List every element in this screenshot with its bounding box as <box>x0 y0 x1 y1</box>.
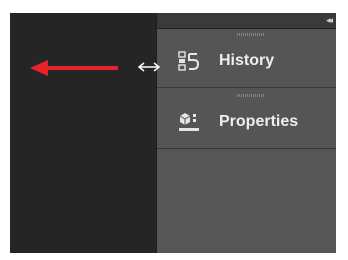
workspace-area <box>10 13 156 253</box>
panel-label-properties: Properties <box>219 113 299 130</box>
drag-grip-icon[interactable] <box>237 94 265 97</box>
history-icon <box>178 51 200 71</box>
collapse-panels-icon[interactable]: ◂◂ <box>326 15 333 25</box>
horizontal-resize-cursor-icon <box>137 62 161 72</box>
drag-grip-icon[interactable] <box>237 33 265 36</box>
properties-icon <box>179 113 199 131</box>
panel-item-history[interactable]: History <box>157 29 336 88</box>
panel-item-properties[interactable]: Properties <box>157 90 336 149</box>
panel-label-history: History <box>219 52 275 69</box>
panel-dock[interactable]: ◂◂ History Properties <box>156 13 336 253</box>
red-arrow-left-icon <box>30 60 118 76</box>
dock-empty-area <box>157 152 336 253</box>
dock-header-bar: ◂◂ <box>157 13 336 29</box>
photoshop-workspace-frame: ◂◂ History Properties <box>10 13 336 253</box>
